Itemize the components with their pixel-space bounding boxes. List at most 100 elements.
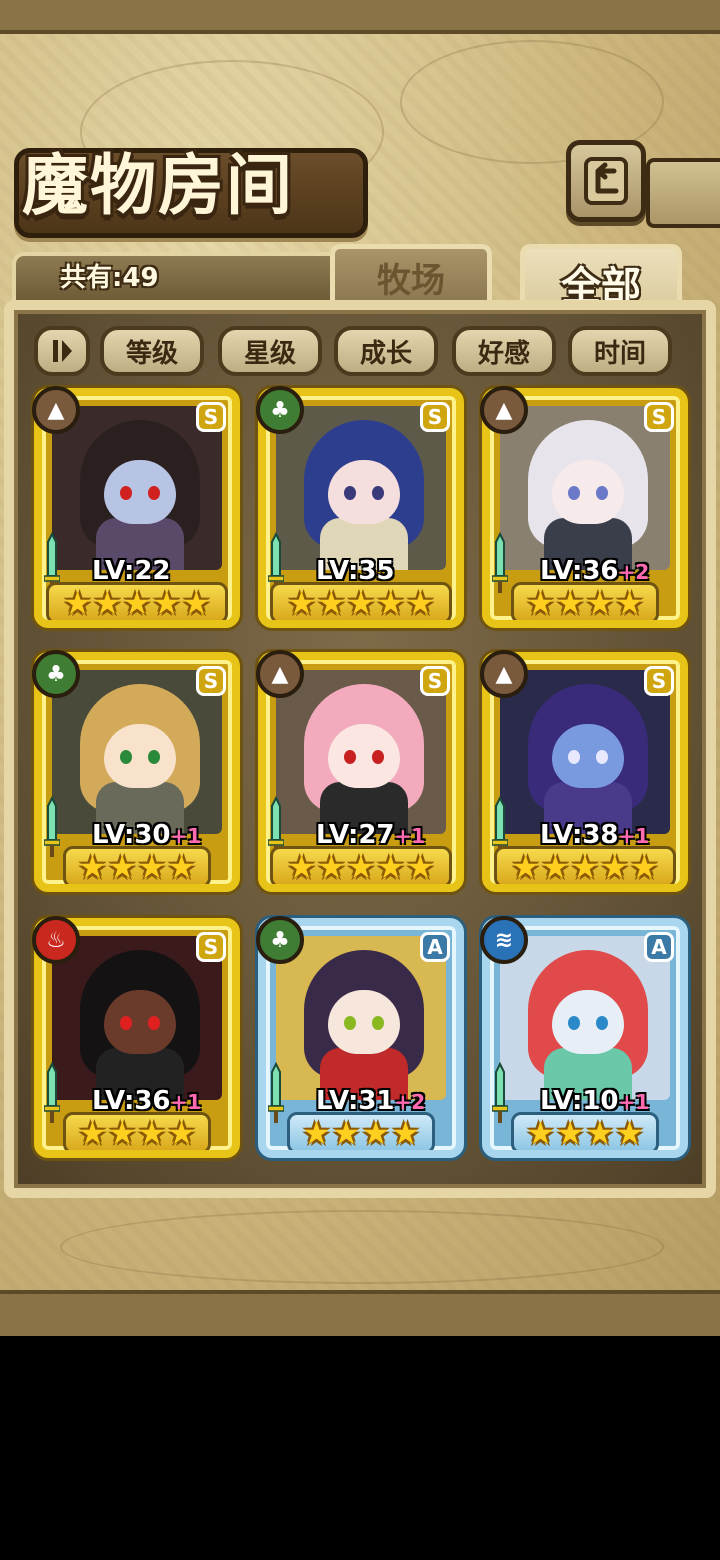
sort-button-time[interactable]: 时间	[568, 326, 672, 376]
rank-badge: S	[420, 666, 450, 696]
star-icon: ★	[152, 584, 182, 622]
star-icon: ★	[361, 1114, 391, 1152]
leaf-element-icon: ♣	[256, 386, 304, 434]
star-icon: ★	[615, 1114, 644, 1152]
star-icon: ★	[302, 1114, 331, 1152]
back-tab-extension	[646, 158, 720, 228]
star-icon: ★	[137, 848, 167, 886]
star-icon: ★	[182, 584, 211, 622]
monster-portrait	[52, 670, 222, 834]
monster-count: 共有:49	[60, 263, 159, 293]
star-icon: ★	[63, 584, 92, 622]
back-button[interactable]	[566, 140, 646, 222]
level-bonus: +1	[170, 824, 202, 848]
star-rating: ★ ★ ★ ★	[511, 582, 659, 622]
sort-button-level[interactable]: 等级	[100, 326, 204, 376]
fire-element-icon: ♨	[32, 916, 80, 964]
back-arrow-icon	[584, 157, 628, 205]
tab-ranch[interactable]: 牧场	[330, 244, 492, 306]
rank-badge: S	[644, 666, 674, 696]
star-icon: ★	[555, 1114, 585, 1152]
level-bonus: +1	[170, 1090, 202, 1114]
leaf-element-icon: ♣	[256, 916, 304, 964]
star-icon: ★	[92, 584, 122, 622]
star-icon: ★	[78, 1114, 107, 1152]
sword-icon	[44, 796, 60, 857]
star-icon: ★	[331, 1114, 361, 1152]
star-rating: ★ ★ ★ ★	[287, 1112, 435, 1152]
star-icon: ★	[630, 848, 659, 886]
page-title: 魔物房间	[22, 146, 294, 224]
sword-icon	[492, 1062, 508, 1123]
monster-portrait	[500, 936, 670, 1100]
level-bonus: +1	[394, 824, 426, 848]
star-icon: ★	[526, 584, 555, 622]
level-bonus: +2	[394, 1090, 426, 1114]
star-icon: ★	[316, 584, 346, 622]
star-icon: ★	[540, 848, 570, 886]
bottom-border	[0, 1290, 720, 1336]
rank-badge: S	[196, 932, 226, 962]
star-rating: ★ ★ ★ ★	[63, 1112, 211, 1152]
sort-button-affection[interactable]: 好感	[452, 326, 556, 376]
earth-element-icon: ▲	[32, 386, 80, 434]
earth-element-icon: ▲	[256, 650, 304, 698]
sword-icon	[492, 532, 508, 593]
level-bonus: +1	[618, 824, 650, 848]
monster-portrait	[276, 406, 446, 570]
star-rating: ★ ★ ★ ★ ★	[270, 846, 452, 886]
level-bonus: +1	[618, 1090, 650, 1114]
star-rating: ★ ★ ★ ★	[511, 1112, 659, 1152]
star-icon: ★	[526, 1114, 555, 1152]
star-icon: ★	[107, 848, 137, 886]
star-icon: ★	[346, 584, 376, 622]
star-icon: ★	[511, 848, 540, 886]
star-icon: ★	[406, 848, 435, 886]
sort-button-growth[interactable]: 成长	[334, 326, 438, 376]
star-icon: ★	[555, 584, 585, 622]
star-icon: ★	[346, 848, 376, 886]
rank-badge: S	[644, 402, 674, 432]
star-icon: ★	[167, 1114, 196, 1152]
earth-element-icon: ▲	[480, 650, 528, 698]
star-icon: ★	[167, 848, 196, 886]
leaf-element-icon: ♣	[32, 650, 80, 698]
star-icon: ★	[391, 1114, 420, 1152]
star-icon: ★	[78, 848, 107, 886]
star-rating: ★ ★ ★ ★ ★	[270, 582, 452, 622]
monster-portrait	[52, 936, 222, 1100]
star-icon: ★	[287, 848, 316, 886]
star-icon: ★	[585, 584, 615, 622]
earth-element-icon: ▲	[480, 386, 528, 434]
star-icon: ★	[406, 584, 435, 622]
star-icon: ★	[600, 848, 630, 886]
star-icon: ★	[287, 584, 316, 622]
rank-badge: S	[196, 666, 226, 696]
monster-portrait	[500, 406, 670, 570]
sword-icon	[268, 1062, 284, 1123]
star-rating: ★ ★ ★ ★	[63, 846, 211, 886]
star-icon: ★	[122, 584, 152, 622]
rank-badge: S	[196, 402, 226, 432]
sort-button-stars[interactable]: 星级	[218, 326, 322, 376]
monster-portrait	[52, 406, 222, 570]
water-element-icon: ≋	[480, 916, 528, 964]
sword-icon	[44, 1062, 60, 1123]
rank-badge: A	[644, 932, 674, 962]
star-icon: ★	[107, 1114, 137, 1152]
rank-badge: A	[420, 932, 450, 962]
rank-badge: S	[420, 402, 450, 432]
star-icon: ★	[615, 584, 644, 622]
monster-portrait	[276, 936, 446, 1100]
star-icon: ★	[585, 1114, 615, 1152]
monster-portrait	[500, 670, 670, 834]
monster-portrait	[276, 670, 446, 834]
star-icon: ★	[376, 848, 406, 886]
map-decoration	[60, 1210, 664, 1284]
star-icon: ★	[137, 1114, 167, 1152]
star-rating: ★ ★ ★ ★ ★	[46, 582, 228, 622]
top-border	[0, 0, 720, 34]
sort-order-toggle[interactable]	[34, 326, 90, 376]
level-bonus: +2	[618, 560, 650, 584]
star-icon: ★	[316, 848, 346, 886]
